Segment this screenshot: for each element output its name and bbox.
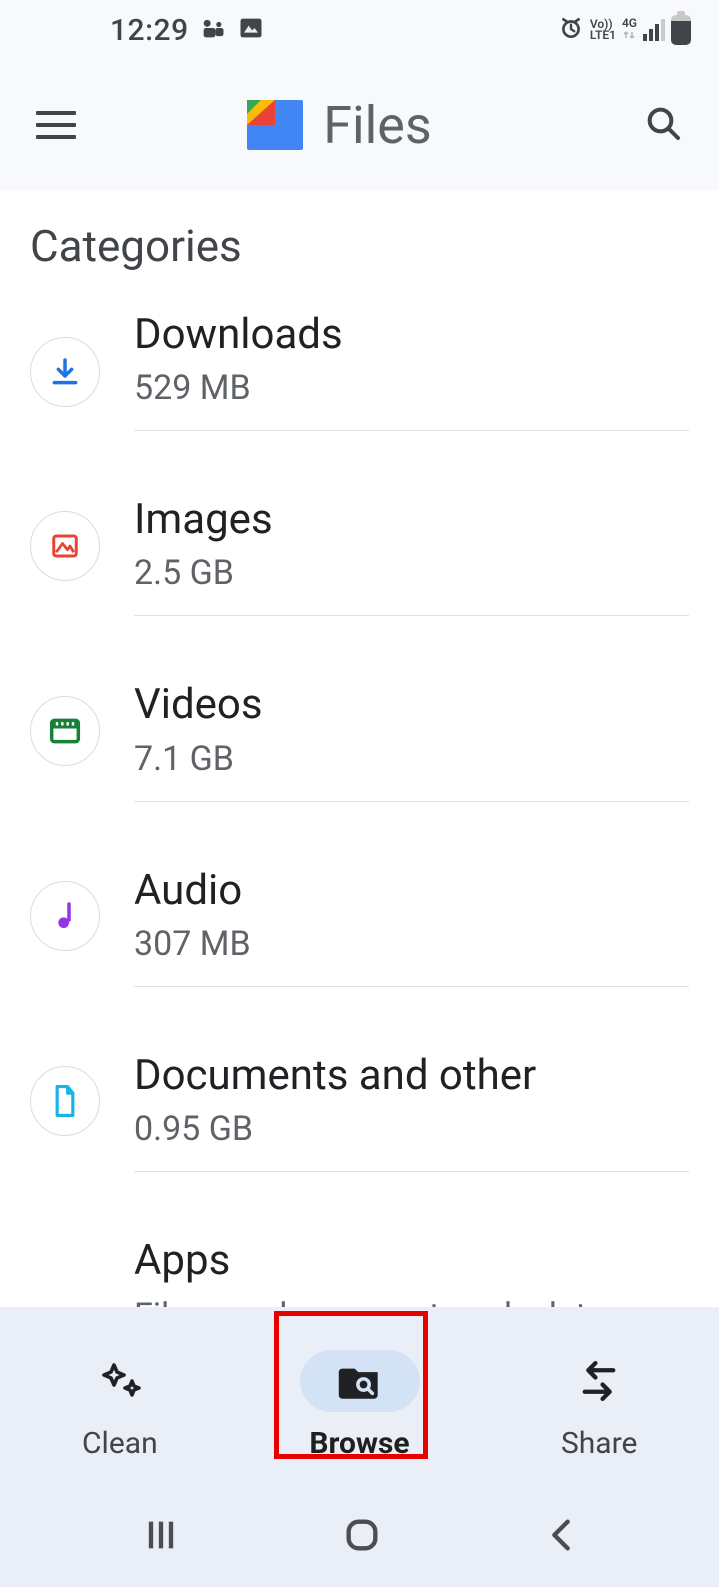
nav-label: Share [561, 1426, 637, 1461]
app-title-wrap: Files [64, 95, 615, 156]
nav-clean[interactable]: Clean [0, 1323, 240, 1487]
category-documents[interactable]: Documents and other 0.95 GB [30, 1009, 689, 1194]
section-title-categories: Categories [30, 220, 689, 272]
category-size: 307 MB [134, 924, 685, 964]
category-size: 2.5 GB [134, 553, 685, 593]
video-icon [30, 696, 100, 766]
status-bar: 12:29 Vo)) LTE1 4G [0, 0, 719, 60]
nav-share[interactable]: Share [479, 1323, 719, 1487]
main-content: Categories Downloads 529 MB Images 2.5 G… [0, 190, 719, 1497]
audio-icon [30, 881, 100, 951]
battery-icon [671, 15, 691, 45]
network-gen-indicator: 4G [622, 18, 637, 43]
image-icon [30, 511, 100, 581]
category-label: Videos [134, 682, 685, 728]
search-button[interactable] [643, 103, 683, 147]
nav-label: Clean [82, 1426, 158, 1461]
nav-browse[interactable]: Browse [240, 1323, 480, 1487]
download-icon [30, 337, 100, 407]
category-size: 0.95 GB [134, 1109, 685, 1149]
status-time: 12:29 [110, 13, 189, 48]
recents-button[interactable] [141, 1515, 181, 1559]
category-images[interactable]: Images 2.5 GB [30, 453, 689, 638]
category-label: Documents and other [134, 1053, 685, 1099]
app-title: Files [323, 95, 431, 156]
status-left: 12:29 [110, 13, 265, 48]
category-label: Audio [134, 868, 685, 914]
app-bar: Files [0, 60, 719, 190]
volte-indicator: Vo)) LTE1 [590, 19, 616, 41]
system-nav-bar [0, 1487, 719, 1587]
category-size: 529 MB [134, 368, 685, 408]
category-label: Downloads [134, 312, 685, 358]
category-downloads[interactable]: Downloads 529 MB [30, 308, 689, 453]
back-button[interactable] [544, 1515, 578, 1559]
teams-icon [199, 14, 227, 46]
bottom-nav: Clean Browse Share [0, 1307, 719, 1487]
category-size: 7.1 GB [134, 739, 685, 779]
status-right: Vo)) LTE1 4G [558, 15, 691, 45]
document-icon [30, 1066, 100, 1136]
share-icon [539, 1350, 659, 1412]
files-logo-icon [247, 100, 303, 150]
alarm-icon [558, 15, 584, 45]
nav-label: Browse [309, 1426, 409, 1461]
category-label: Apps [134, 1238, 685, 1284]
category-videos[interactable]: Videos 7.1 GB [30, 638, 689, 823]
home-button[interactable] [342, 1515, 382, 1559]
signal-icon [643, 19, 665, 41]
sparkle-icon [60, 1350, 180, 1412]
category-label: Images [134, 497, 685, 543]
image-icon [237, 14, 265, 46]
folder-search-icon [300, 1350, 420, 1412]
category-audio[interactable]: Audio 307 MB [30, 824, 689, 1009]
